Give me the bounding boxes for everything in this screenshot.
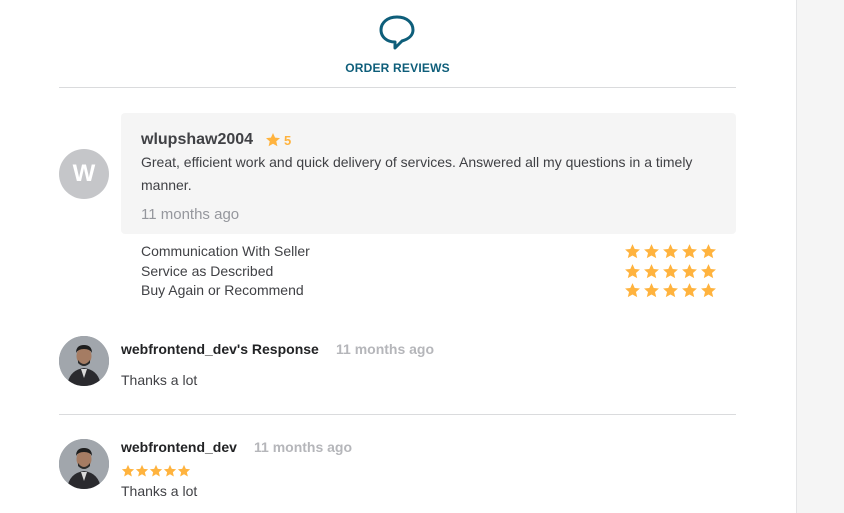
star-icon (701, 244, 716, 259)
star-icon (663, 244, 678, 259)
criteria-row: Communication With Seller (141, 242, 717, 262)
star-icon (663, 283, 678, 298)
reviewer-avatar: W (59, 149, 109, 199)
review-time: 11 months ago (141, 206, 240, 223)
star-icon (682, 283, 697, 298)
review-time: 11 months ago (254, 439, 353, 455)
review-author[interactable]: webfrontend_dev (121, 439, 237, 455)
criteria-label: Service as Described (141, 262, 274, 279)
reviews-header: ORDER REVIEWS (59, 0, 736, 88)
star-icon (266, 133, 280, 147)
response-author: webfrontend_dev's Response (121, 341, 319, 357)
chat-bubble-icon (379, 15, 415, 50)
criteria-row: Service as Described (141, 262, 717, 282)
seller-photo-icon (59, 439, 109, 489)
star-icon (701, 283, 716, 298)
star-icon (625, 283, 640, 298)
star-icon (625, 244, 640, 259)
criteria-stars (624, 243, 717, 260)
review-stars (121, 464, 191, 478)
star-icon (644, 263, 659, 278)
star-icon (682, 244, 697, 259)
star-icon (177, 464, 191, 477)
criteria-row: Buy Again or Recommend (141, 281, 717, 301)
star-icon (121, 464, 135, 477)
rating-breakdown: Communication With Seller Service as Des… (141, 242, 717, 301)
star-icon (644, 283, 659, 298)
star-icon (625, 263, 640, 278)
star-icon (163, 464, 177, 477)
criteria-stars (624, 282, 717, 299)
review-text: Great, efficient work and quick delivery… (141, 154, 693, 193)
response-time: 11 months ago (336, 341, 435, 357)
criteria-label: Communication With Seller (141, 243, 310, 259)
star-icon (663, 263, 678, 278)
page-title: ORDER REVIEWS (345, 61, 450, 75)
review-rating: 5 (265, 132, 291, 148)
star-icon (135, 464, 149, 477)
divider (59, 414, 736, 415)
right-panel (796, 0, 844, 513)
star-icon (682, 263, 697, 278)
criteria-stars (624, 263, 717, 280)
criteria-label: Buy Again or Recommend (141, 282, 304, 298)
star-icon (149, 464, 163, 477)
star-icon (644, 244, 659, 259)
rating-value: 5 (284, 132, 292, 148)
seller-response: webfrontend_dev's Response 11 months ago… (59, 336, 736, 396)
reviewer-username[interactable]: wlupshaw2004 (141, 131, 253, 149)
order-reviews-page: ORDER REVIEWS W wlupshaw2004 5 Great, ef… (0, 0, 844, 513)
review-text: Thanks a lot (121, 483, 198, 499)
seller-photo-icon (59, 336, 109, 386)
seller-avatar (59, 439, 109, 489)
review-item: webfrontend_dev 11 months ago Thanks a l… (59, 439, 736, 499)
seller-avatar (59, 336, 109, 386)
response-text: Thanks a lot (121, 372, 198, 388)
review-card: wlupshaw2004 5 Great, efficient work and… (121, 113, 736, 234)
star-icon (701, 263, 716, 278)
